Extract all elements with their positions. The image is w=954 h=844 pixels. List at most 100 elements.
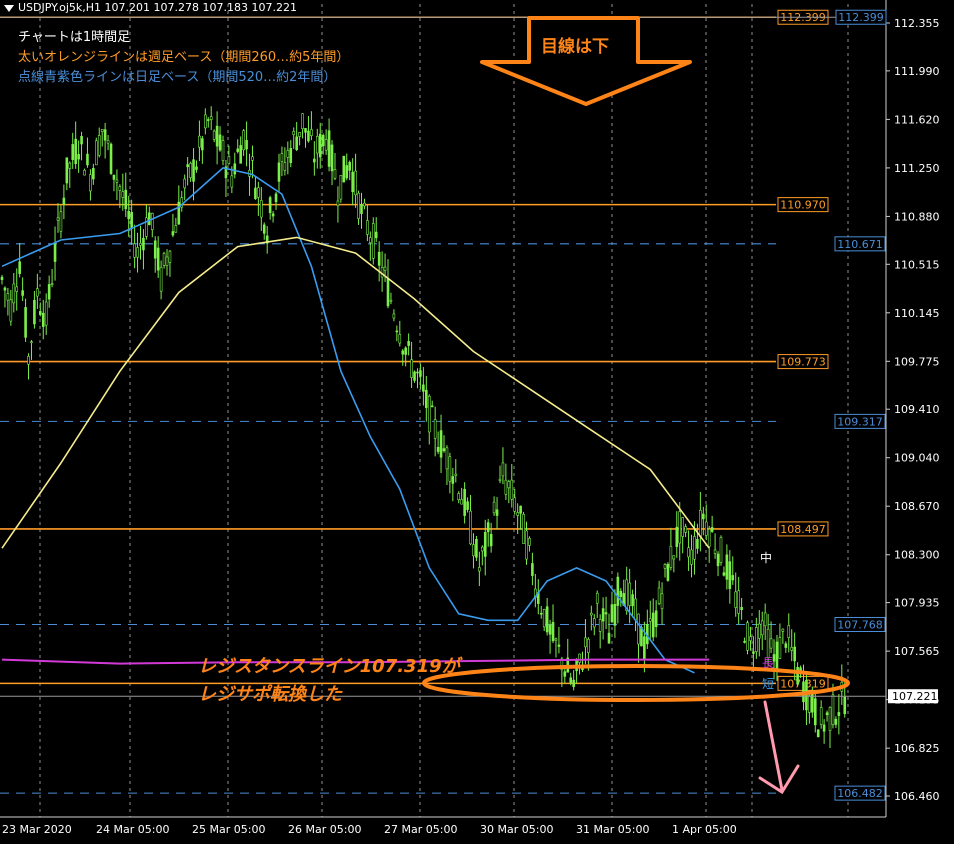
candle-body	[39, 311, 42, 315]
ma-long-label: 長	[762, 656, 774, 670]
candle-body	[271, 213, 275, 217]
candle-body	[103, 129, 107, 141]
time-label: 23 Mar 2020	[2, 823, 72, 836]
candle-body	[728, 561, 732, 589]
candle-body	[183, 178, 186, 189]
candle-body	[301, 113, 304, 129]
candle-body	[121, 191, 125, 198]
candle-body	[62, 197, 66, 205]
candle-body	[610, 604, 614, 623]
candle-body	[212, 130, 216, 140]
top-blue-label: 112.399	[838, 11, 884, 24]
candle-body	[678, 511, 682, 544]
candle-body	[283, 162, 287, 171]
candle-body	[519, 505, 522, 514]
candle-body	[44, 301, 48, 326]
candle-body	[115, 179, 119, 183]
candle-body	[699, 509, 702, 537]
candle-body	[206, 119, 210, 121]
candle-body	[262, 224, 266, 234]
candle-body	[150, 213, 154, 230]
candle-body	[139, 242, 142, 246]
candle-body	[251, 156, 254, 161]
candle-body	[693, 536, 696, 560]
collapse-triangle-icon[interactable]	[4, 4, 14, 12]
candle-body	[94, 140, 98, 166]
candle-body	[383, 266, 387, 271]
candle-body	[578, 653, 581, 663]
candle-body	[743, 640, 746, 643]
candle-body	[843, 696, 847, 715]
candle-body	[36, 288, 39, 297]
candle-body	[257, 187, 260, 198]
candle-body	[819, 707, 823, 725]
candle-body	[165, 256, 169, 266]
candle-body	[136, 247, 139, 258]
candle-body	[313, 158, 316, 163]
candle-body	[3, 287, 7, 291]
ma-short-label: 短	[762, 677, 774, 691]
candle-body	[448, 456, 452, 482]
axis-tick-label: 110.515	[894, 258, 940, 271]
level-label: 109.773	[780, 356, 826, 369]
candle-body	[663, 564, 667, 569]
candle-body	[74, 138, 77, 164]
candle-body	[425, 389, 428, 409]
candle-body	[53, 243, 57, 262]
axis-tick-label: 111.990	[894, 65, 940, 78]
candle-body	[746, 622, 749, 651]
candle-body	[654, 610, 658, 628]
candle-body	[816, 729, 820, 738]
candle-body	[106, 139, 110, 144]
candle-body	[463, 488, 466, 516]
candle-body	[822, 724, 826, 732]
candle-body	[486, 522, 490, 533]
candle-body	[348, 162, 352, 171]
candle-body	[318, 133, 322, 158]
candle-body	[690, 549, 693, 565]
candle-body	[9, 299, 13, 322]
candle-body	[436, 446, 440, 452]
candle-body	[286, 150, 290, 158]
candle-body	[637, 613, 640, 645]
candle-body	[333, 169, 337, 179]
candle-body	[790, 647, 794, 651]
candle-body	[148, 212, 151, 226]
candle-body	[483, 532, 487, 557]
candle-body	[363, 202, 366, 207]
candle-body	[704, 521, 708, 536]
time-label: 25 Mar 05:00	[192, 823, 265, 836]
candle-body	[389, 299, 393, 302]
candle-body	[295, 136, 298, 150]
candle-body	[563, 671, 567, 677]
candle-body	[59, 211, 63, 232]
candle-body	[377, 251, 381, 266]
candle-body	[227, 156, 231, 165]
candle-body	[481, 546, 484, 552]
candle-body	[651, 612, 655, 638]
candle-body	[808, 695, 811, 713]
time-label: 26 Mar 05:00	[288, 823, 361, 836]
candle-body	[495, 509, 499, 516]
candle-body	[510, 479, 514, 500]
candle-body	[545, 606, 549, 633]
candle-body	[92, 167, 95, 180]
resistance-annotation-2: レジサポ転換した	[198, 684, 342, 705]
candle-body	[631, 594, 634, 607]
candle-body	[454, 473, 458, 476]
current-price-label: 107.221	[892, 690, 938, 703]
candle-body	[442, 448, 446, 452]
time-label: 31 Mar 05:00	[576, 823, 649, 836]
candle-body	[236, 148, 240, 152]
candle-body	[684, 526, 687, 533]
candle-body	[398, 334, 402, 344]
price-chart[interactable]: 112.399 110.970 110.671 109.773 109.317 108.4…	[0, 0, 954, 844]
axis-tick-label: 106.825	[894, 742, 940, 755]
candle-body	[109, 143, 113, 174]
candle-body	[416, 371, 419, 374]
candle-body	[351, 171, 354, 193]
candle-body	[327, 130, 331, 167]
candle-body	[83, 169, 86, 176]
candle-body	[366, 220, 369, 235]
candle-body	[204, 114, 207, 129]
